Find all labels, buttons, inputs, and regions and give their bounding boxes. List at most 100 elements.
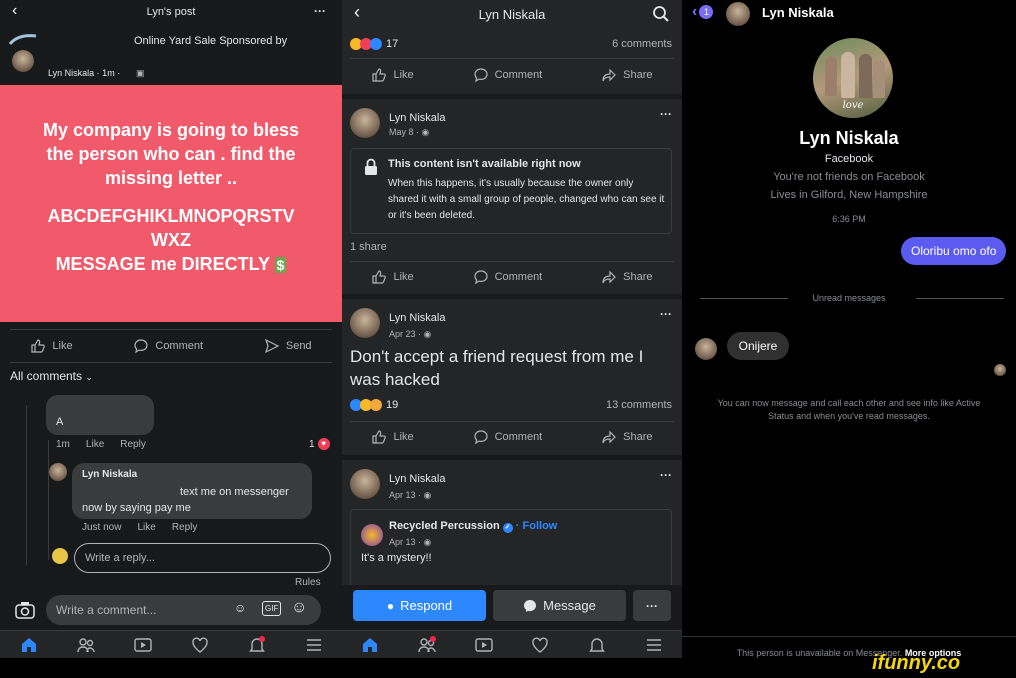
share-count[interactable]: 1 share [350, 241, 387, 253]
gif-icon[interactable]: GIF [262, 601, 282, 616]
shared-thumbnail-icon [8, 32, 38, 46]
conversation-title[interactable]: Lyn Niskala [762, 5, 834, 20]
avatar[interactable] [12, 50, 34, 72]
share-arrow-icon [602, 430, 617, 444]
post-image[interactable]: My company is going to bless the person … [0, 85, 342, 322]
comment-button[interactable]: Comment [473, 67, 542, 83]
follow-link[interactable]: · Follow [516, 520, 558, 532]
post-author[interactable]: Lyn Niskala [389, 312, 445, 324]
comment-input[interactable]: Write a comment... ☺ GIF ☺ [46, 595, 321, 625]
comment-count[interactable]: 6 comments [612, 38, 672, 50]
messenger-icon [524, 599, 537, 612]
comment-reaction-count[interactable]: 1 ♥ [309, 438, 330, 450]
home-icon[interactable] [360, 635, 380, 655]
watermark: ifunny.co [872, 652, 960, 675]
camera-icon[interactable] [14, 600, 36, 620]
more-label: ··· [646, 598, 658, 613]
like-label: Like [393, 431, 414, 443]
like-button[interactable]: Like [371, 67, 414, 83]
avatar[interactable] [350, 308, 380, 338]
more-options-icon[interactable]: ··· [660, 468, 672, 482]
menu-icon[interactable] [644, 635, 664, 655]
share-button[interactable]: Share [601, 67, 653, 83]
reply-time: Just now [82, 522, 122, 533]
post-author[interactable]: Lyn Niskala [389, 473, 445, 485]
comment-count[interactable]: 13 comments [606, 399, 672, 411]
reaction-summary[interactable]: 17 [350, 38, 398, 50]
comment-button[interactable]: Comment [133, 338, 203, 354]
like-label: Like [52, 340, 73, 352]
dating-heart-icon[interactable] [530, 635, 550, 655]
post-text: Don't accept a friend request from me I … [350, 347, 644, 389]
comment-like-button[interactable]: Like [86, 439, 104, 450]
rules-link[interactable]: Rules [295, 577, 321, 588]
send-arrow-icon [264, 338, 280, 354]
thread-line [48, 440, 49, 560]
received-message-bubble[interactable]: Onijere [727, 332, 789, 360]
sent-message-bubble[interactable]: Oloribu omo ofo [901, 237, 1007, 265]
like-button[interactable]: Like [30, 338, 73, 354]
like-button[interactable]: Like [371, 429, 414, 445]
share-button[interactable]: Share [601, 429, 653, 445]
more-options-icon[interactable]: ··· [660, 307, 672, 321]
notifications-bell-icon[interactable] [247, 635, 267, 655]
respond-button[interactable]: ● Respond [353, 590, 486, 621]
comment-bubble[interactable]: A [46, 395, 154, 435]
emoji-icon[interactable]: ☺ [291, 599, 307, 617]
friends-icon[interactable] [76, 635, 96, 655]
dating-heart-icon[interactable] [190, 635, 210, 655]
footer-strip [0, 658, 1016, 678]
avatar[interactable] [350, 469, 380, 499]
reply-like-button[interactable]: Like [137, 522, 155, 533]
message-timestamp: 6:36 PM [832, 214, 866, 224]
comment-button[interactable]: Comment [473, 429, 542, 445]
sticker-icon[interactable]: ☺ [234, 601, 246, 615]
unread-badge: 1 [699, 5, 714, 19]
post-actions: Like Comment Share [342, 64, 682, 86]
received-message-text: Onijere [738, 339, 778, 353]
back-button[interactable]: ‹ 1 [692, 3, 714, 21]
share-button[interactable]: Share [601, 269, 653, 285]
friend-status: You're not friends on Facebook [773, 171, 925, 183]
date-text: Apr 23 · [389, 329, 422, 339]
message-button[interactable]: Message [493, 590, 626, 621]
notifications-bell-icon[interactable] [587, 635, 607, 655]
profile-avatar[interactable]: love [813, 38, 893, 118]
send-button[interactable]: Send [264, 338, 312, 354]
shared-post-box[interactable]: Recycled Percussion ✓ · Follow Apr 13 · … [350, 509, 672, 585]
more-actions-button[interactable]: ··· [633, 590, 671, 621]
comment-reply-button[interactable]: Reply [120, 439, 146, 450]
video-icon[interactable] [133, 635, 153, 655]
like-button[interactable]: Like [371, 269, 414, 285]
friends-icon[interactable] [417, 635, 437, 655]
avatar[interactable] [49, 463, 67, 481]
shared-author[interactable]: Recycled Percussion [389, 520, 500, 532]
reply-author[interactable]: Lyn Niskala [82, 469, 137, 480]
bottom-nav [342, 630, 682, 658]
share-label: Share [623, 271, 653, 283]
menu-icon[interactable] [304, 635, 324, 655]
home-icon[interactable] [19, 635, 39, 655]
info-notice: You can now message and call each other … [717, 398, 981, 421]
all-comments-filter[interactable]: All comments ⌄ [10, 369, 93, 383]
reaction-summary[interactable]: 19 [350, 399, 398, 411]
video-icon[interactable] [474, 635, 494, 655]
read-receipt-avatar [994, 364, 1006, 376]
reply-reply-button[interactable]: Reply [172, 522, 198, 533]
post-author[interactable]: Lyn Niskala [389, 112, 445, 124]
avatar[interactable] [695, 338, 717, 360]
page-avatar[interactable] [361, 524, 383, 546]
image-text-line: WXZ [151, 230, 191, 250]
more-options-icon[interactable]: ··· [314, 4, 326, 18]
reply-input[interactable]: Write a reply... [74, 543, 331, 573]
more-options-icon[interactable]: ··· [660, 107, 672, 121]
comment-button[interactable]: Comment [473, 269, 542, 285]
avatar[interactable] [350, 108, 380, 138]
date-text: May 8 · [389, 127, 420, 137]
reply-bubble[interactable]: Lyn Niskala text me on messenger now by … [72, 463, 312, 519]
avatar[interactable] [726, 2, 750, 26]
filter-label: All comments [10, 369, 83, 383]
search-icon[interactable] [652, 5, 670, 23]
lock-icon [365, 158, 377, 175]
privacy-icon: ▣ [136, 68, 145, 78]
